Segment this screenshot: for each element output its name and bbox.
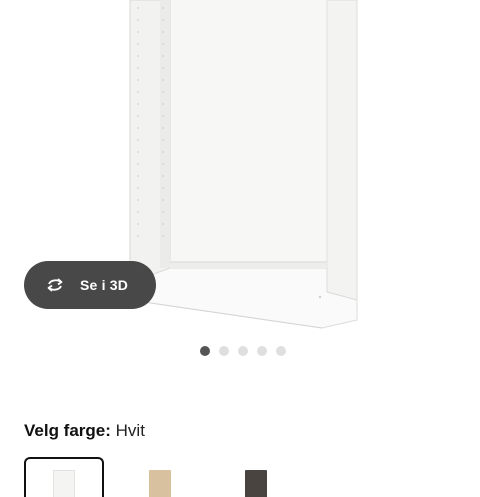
- carousel-dot[interactable]: [257, 346, 267, 356]
- color-swatch-black-brown[interactable]: [216, 457, 296, 497]
- view-in-3d-label: Se i 3D: [80, 277, 129, 293]
- color-swatches: [24, 457, 312, 497]
- swatch-thumbnail: [149, 470, 171, 497]
- view-in-3d-button[interactable]: Se i 3D: [24, 261, 156, 309]
- carousel-dot[interactable]: [238, 346, 248, 356]
- color-label-key: Velg farge:: [24, 421, 111, 440]
- color-swatch-oak[interactable]: [120, 457, 200, 497]
- color-label-value: Hvit: [115, 421, 145, 440]
- carousel-dot[interactable]: [219, 346, 229, 356]
- rotate-3d-icon: [44, 276, 66, 294]
- swatch-thumbnail: [245, 470, 267, 497]
- color-selector-label: Velg farge: Hvit: [24, 421, 145, 441]
- carousel-dot[interactable]: [200, 346, 210, 356]
- carousel-indicator: [200, 346, 286, 356]
- swatch-thumbnail: [53, 470, 75, 497]
- color-swatch-white[interactable]: [24, 457, 104, 497]
- carousel-dot[interactable]: [276, 346, 286, 356]
